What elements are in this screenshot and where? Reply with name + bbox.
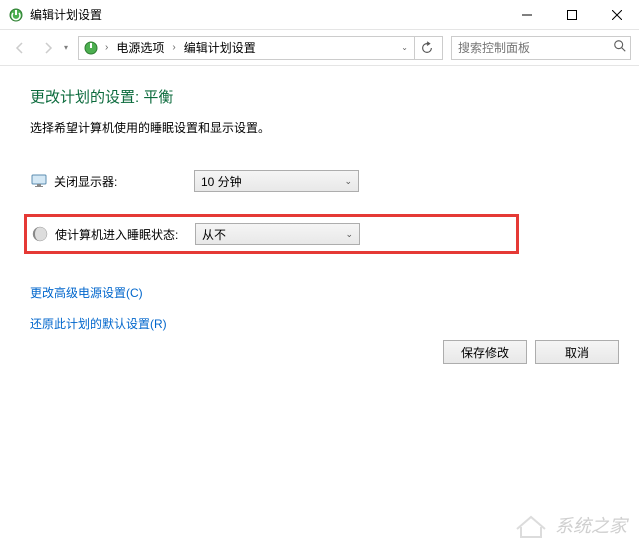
monitor-icon [30, 172, 48, 190]
chevron-down-icon[interactable]: ⌄ [395, 43, 414, 52]
watermark: 系统之家 [513, 511, 627, 539]
page-title: 更改计划的设置: 平衡 [30, 86, 609, 107]
maximize-button[interactable] [549, 0, 594, 30]
forward-button[interactable] [36, 36, 60, 60]
setting-row-sleep: 使计算机进入睡眠状态: 从不 ⌄ [24, 214, 519, 254]
minimize-button[interactable] [504, 0, 549, 30]
back-button[interactable] [8, 36, 32, 60]
setting-row-display: 关闭显示器: 10 分钟 ⌄ [30, 166, 609, 196]
window-controls [504, 0, 639, 30]
watermark-text: 系统之家 [555, 512, 627, 538]
moon-icon [31, 225, 49, 243]
chevron-down-icon: ⌄ [345, 229, 353, 240]
chevron-down-icon: ⌄ [344, 176, 352, 187]
power-options-icon [83, 40, 99, 56]
window-title: 编辑计划设置 [30, 6, 504, 23]
breadcrumb: › 电源选项 › 编辑计划设置 [103, 37, 395, 58]
advanced-settings-link[interactable]: 更改高级电源设置(C) [30, 284, 609, 301]
close-button[interactable] [594, 0, 639, 30]
page-description: 选择希望计算机使用的睡眠设置和显示设置。 [30, 119, 609, 136]
content-area: 更改计划的设置: 平衡 选择希望计算机使用的睡眠设置和显示设置。 关闭显示器: … [0, 66, 639, 366]
titlebar: 编辑计划设置 [0, 0, 639, 30]
watermark-logo-icon [513, 511, 549, 539]
search-box[interactable] [451, 36, 631, 60]
search-input[interactable] [458, 41, 613, 55]
search-icon[interactable] [613, 39, 627, 56]
chevron-right-icon[interactable]: › [170, 42, 177, 53]
navbar: ▾ › 电源选项 › 编辑计划设置 ⌄ [0, 30, 639, 66]
button-bar: 保存修改 取消 [443, 340, 619, 364]
sleep-value: 从不 [202, 226, 226, 243]
save-button[interactable]: 保存修改 [443, 340, 527, 364]
breadcrumb-item[interactable]: 编辑计划设置 [180, 37, 260, 58]
display-off-label: 关闭显示器: [54, 173, 194, 190]
power-options-icon [8, 7, 24, 23]
refresh-button[interactable] [414, 37, 438, 59]
display-off-value: 10 分钟 [201, 173, 242, 190]
display-off-select[interactable]: 10 分钟 ⌄ [194, 170, 359, 192]
breadcrumb-item[interactable]: 电源选项 [112, 37, 168, 58]
sleep-label: 使计算机进入睡眠状态: [55, 226, 195, 243]
address-bar[interactable]: › 电源选项 › 编辑计划设置 ⌄ [78, 36, 443, 60]
history-dropdown-icon[interactable]: ▾ [64, 43, 68, 52]
sleep-select[interactable]: 从不 ⌄ [195, 223, 360, 245]
cancel-button[interactable]: 取消 [535, 340, 619, 364]
links-section: 更改高级电源设置(C) 还原此计划的默认设置(R) [30, 284, 609, 332]
chevron-right-icon[interactable]: › [103, 42, 110, 53]
restore-defaults-link[interactable]: 还原此计划的默认设置(R) [30, 315, 609, 332]
